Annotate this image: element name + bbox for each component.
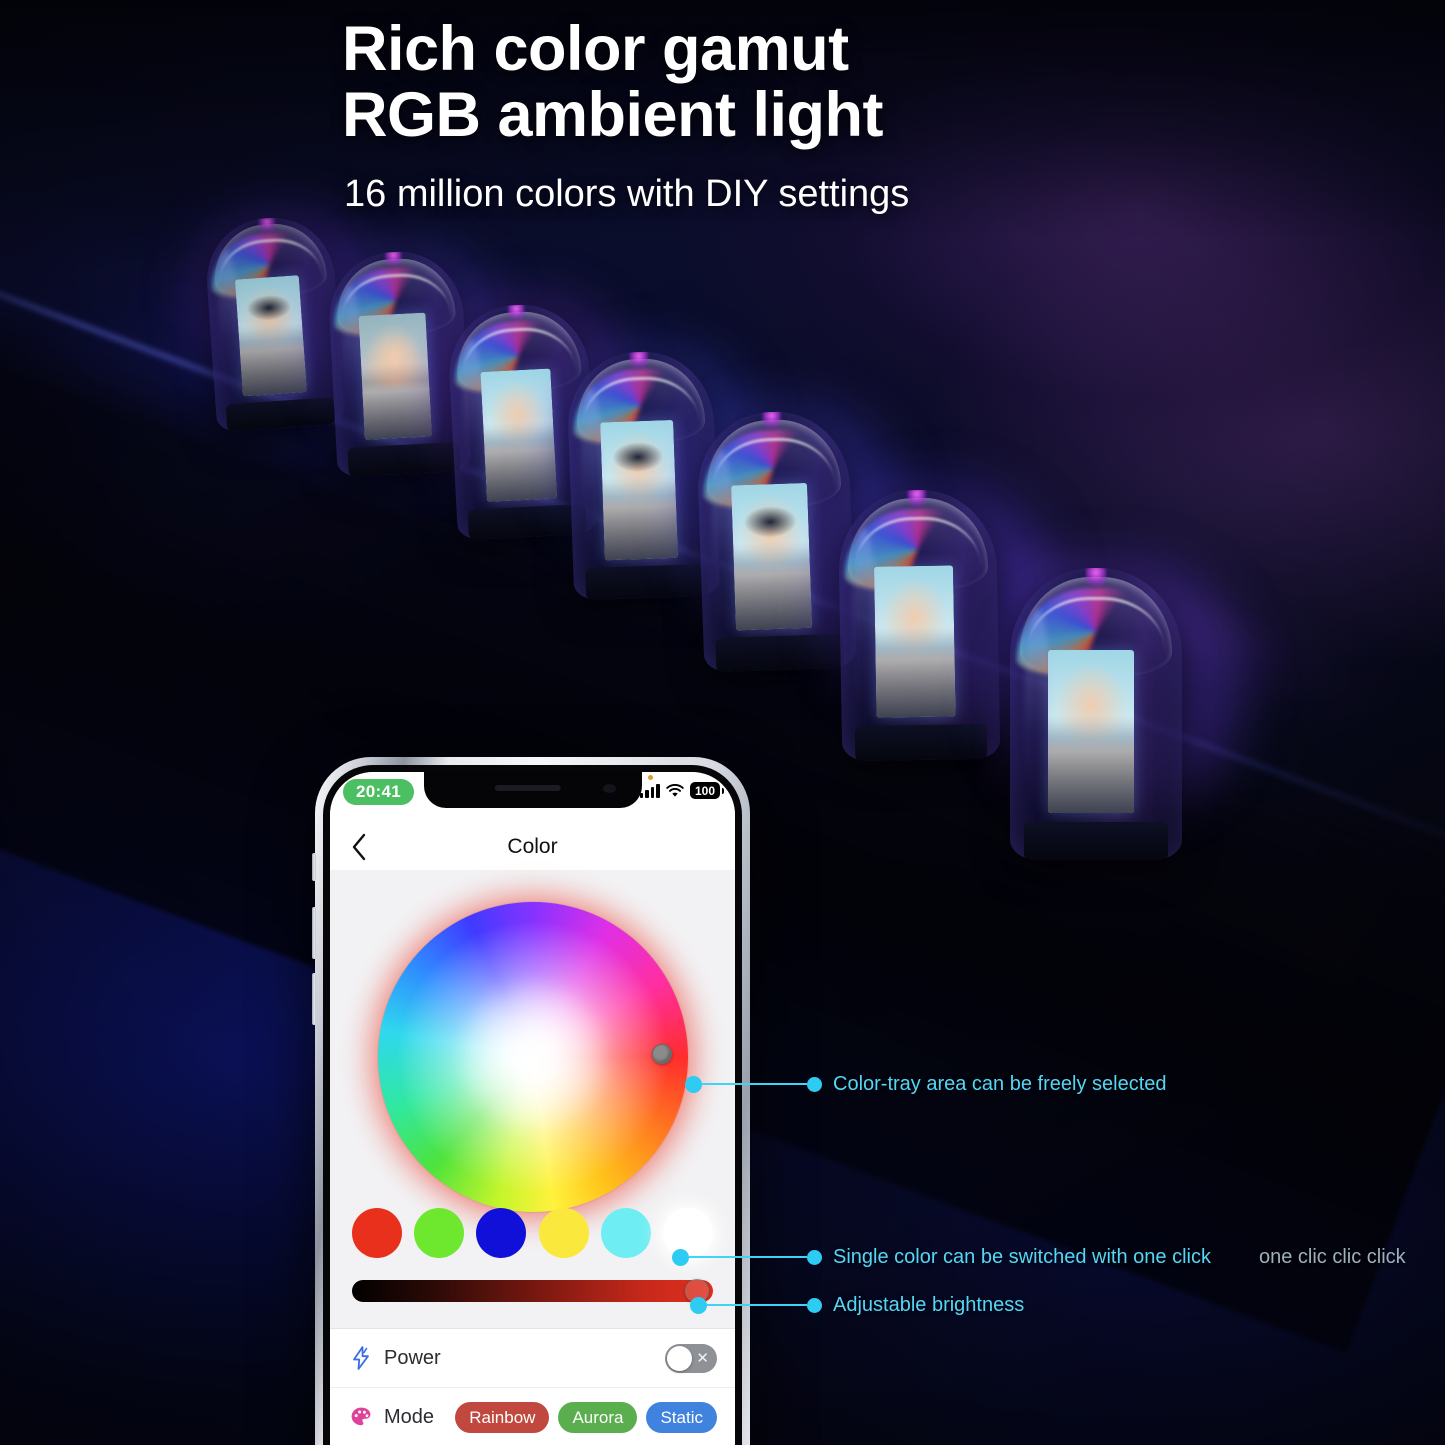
callout-end-dot [807, 1076, 822, 1092]
callout-anchor-dot [690, 1296, 707, 1314]
tube-photo-screen [731, 483, 813, 631]
callout-line [702, 1083, 807, 1085]
wifi-icon [666, 783, 684, 798]
toggle-off-icon: ✕ [696, 1349, 709, 1367]
status-indicators: 100 [639, 782, 724, 799]
tube-photo-screen [1047, 649, 1134, 814]
tube-photo-screen [600, 419, 679, 561]
privacy-indicator-dot [648, 775, 653, 780]
tube-photo-screen [235, 274, 308, 397]
swatch-yellow[interactable] [538, 1208, 589, 1258]
tube-base [467, 503, 587, 540]
callout-anchor-dot [672, 1248, 689, 1266]
brightness-track [352, 1280, 713, 1302]
callout-text-artifact: one clic clic click [1258, 1245, 1406, 1268]
swatch-blue[interactable] [476, 1208, 527, 1258]
swatch-green[interactable] [414, 1208, 465, 1258]
tube-led-pin [629, 349, 648, 368]
color-wheel-area [330, 870, 735, 1224]
color-picker-screen: Power ✕ Mode Rainbow Aurora Static [330, 870, 735, 1445]
callout-end-dot [807, 1297, 822, 1313]
earpiece-speaker [494, 785, 561, 791]
tube-glass-reflection [1023, 608, 1052, 820]
tube-base [854, 723, 988, 762]
swatch-white[interactable] [662, 1208, 713, 1258]
phone-mockup: 20:41 100 Color Power ✕ Mode Rainbow Aur… [312, 757, 750, 1445]
phone-silent-switch[interactable] [312, 853, 316, 881]
tube-base [715, 634, 845, 673]
mode-label: Mode [384, 1405, 435, 1428]
app-nav-bar: Color [330, 824, 735, 870]
tube-base [347, 442, 461, 477]
phone-volume-down-button[interactable] [312, 973, 316, 1025]
tube-photo-screen [873, 564, 956, 718]
page-title: Rich color gamut RGB ambient light [342, 14, 884, 151]
battery-icon: 100 [689, 782, 724, 799]
page-subtitle: 16 million colors with DIY settings [344, 173, 910, 215]
phone-volume-up-button[interactable] [312, 907, 316, 959]
mode-button-aurora[interactable]: Aurora [558, 1401, 638, 1433]
tube-led-pin [1085, 568, 1107, 586]
tube-led-pin [907, 488, 927, 507]
callout-anchor-dot [685, 1075, 702, 1093]
product-marketing-image: Rich color gamut RGB ambient light 16 mi… [0, 0, 1445, 1445]
color-wheel-center-white [457, 982, 608, 1132]
phone-notch [423, 772, 642, 808]
power-label: Power [384, 1346, 441, 1369]
page-heading: Color [507, 835, 558, 858]
swatch-red[interactable] [352, 1208, 402, 1258]
power-toggle[interactable]: ✕ [665, 1343, 717, 1373]
callout-line [689, 1256, 807, 1258]
color-wheel-handle[interactable] [652, 1044, 672, 1064]
nixie-tube-lamp [202, 213, 346, 433]
nixie-tube-lamp [1010, 568, 1182, 860]
callout-text: Color-tray area can be freely selected [833, 1072, 1167, 1095]
controls-card: Power ✕ Mode Rainbow Aurora Static [330, 1328, 735, 1445]
nixie-tube-lamp [695, 409, 857, 673]
mode-row: Mode Rainbow Aurora Static [330, 1387, 735, 1445]
phone-screen: 20:41 100 Color Power ✕ Mode Rainbow Aur… [330, 772, 735, 1445]
power-row: Power ✕ [330, 1329, 735, 1387]
mode-button-group: Rainbow Aurora Static [455, 1401, 717, 1433]
status-bar: 20:41 100 [330, 772, 735, 824]
palette-icon [348, 1406, 374, 1428]
tube-led-pin [762, 409, 782, 428]
color-wheel[interactable] [377, 902, 688, 1212]
tube-base [584, 563, 709, 601]
tube-photo-screen [358, 312, 433, 441]
nixie-tube-lamp [837, 488, 1001, 762]
chevron-left-icon [352, 833, 366, 861]
brightness-slider[interactable] [352, 1279, 713, 1303]
battery-level: 100 [689, 782, 720, 799]
mode-button-static[interactable]: Static [646, 1401, 717, 1433]
callout-text: Single color can be switched with one cl… [833, 1245, 1211, 1268]
tube-photo-screen [480, 368, 557, 502]
back-button[interactable] [342, 830, 376, 864]
nixie-tube-lamp [565, 349, 721, 601]
callout-text: Adjustable brightness [833, 1293, 1025, 1316]
swatch-cyan[interactable] [600, 1208, 651, 1258]
cellular-signal-icon [639, 783, 660, 798]
lightning-bolt-icon [348, 1346, 374, 1370]
status-time: 20:41 [343, 779, 414, 805]
front-camera-icon [602, 784, 616, 793]
callout-end-dot [807, 1249, 822, 1265]
toggle-knob [667, 1345, 692, 1371]
mode-button-rainbow[interactable]: Rainbow [455, 1401, 550, 1433]
callout-line [707, 1304, 807, 1306]
tube-base [1023, 822, 1169, 860]
